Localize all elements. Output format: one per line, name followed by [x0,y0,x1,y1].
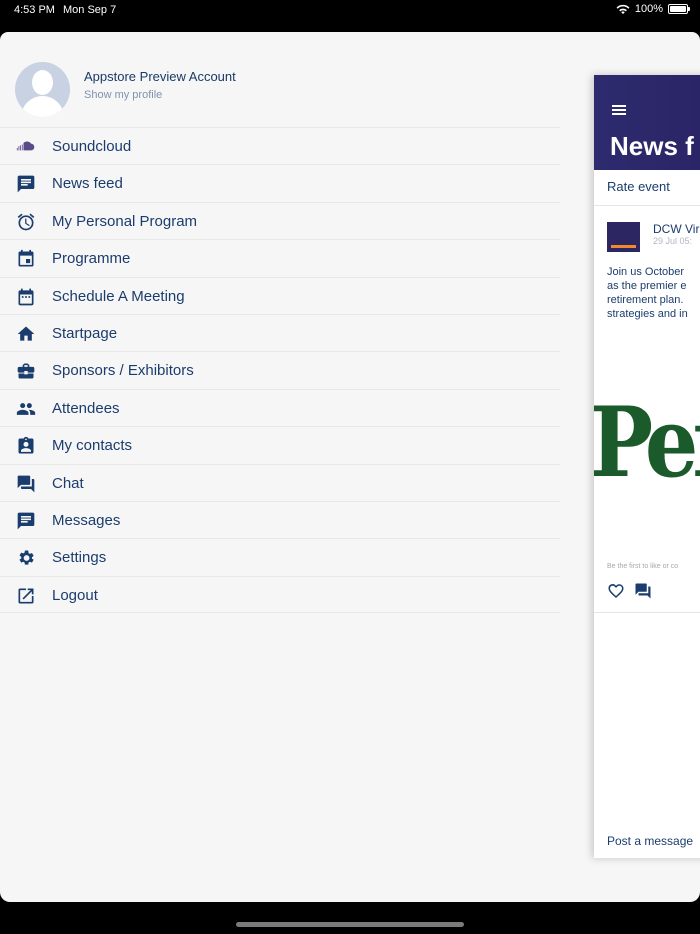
side-menu: Soundcloud News feed My Personal Program… [0,127,560,614]
menu-label: Chat [52,474,84,492]
menu-label: News feed [52,175,123,193]
home-indicator[interactable] [236,922,464,927]
hamburger-menu-icon[interactable] [612,105,626,117]
menu-label: Attendees [52,399,120,417]
menu-label: Settings [52,549,107,567]
message-icon [15,510,37,532]
show-profile-link[interactable]: Show my profile [84,89,162,101]
calendar-icon [15,248,37,270]
menu-item-my-contacts[interactable]: My contacts [0,426,560,463]
people-icon [15,398,37,420]
contact-card-icon [15,435,37,457]
news-feed-header: News f [594,75,700,170]
status-bar: 4:53 PM Mon Sep 7 100% [0,0,700,32]
home-icon [15,323,37,345]
menu-item-attendees[interactable]: Attendees [0,388,560,426]
profile-name: Appstore Preview Account [84,69,236,84]
menu-item-settings[interactable]: Settings [0,538,560,575]
menu-item-schedule-meeting[interactable]: Schedule A Meeting [0,276,560,314]
menu-label: Sponsors / Exhibitors [52,362,194,380]
menu-label: My Personal Program [52,212,198,230]
menu-item-news-feed[interactable]: News feed [0,164,560,201]
wifi-icon [616,4,630,14]
post-author-avatar[interactable] [607,222,640,252]
avatar[interactable] [15,62,70,117]
post-text: Join us October as the premier e retirem… [607,266,688,320]
menu-label: Messages [52,511,121,529]
menu-label: Programme [52,250,131,268]
menu-label: Startpage [52,324,118,342]
menu-label: Soundcloud [52,138,132,155]
alarm-clock-icon [15,211,37,233]
battery-percent: 100% [634,3,663,15]
like-hint: Be the first to like or co [607,563,679,570]
soundcloud-icon [15,136,37,158]
battery-icon [668,4,690,14]
comment-icon[interactable] [634,582,652,600]
divider [594,612,700,613]
logout-icon [15,585,37,607]
status-time: 4:53 PM [14,4,55,16]
chat-bubbles-icon [15,473,37,495]
briefcase-icon [15,360,37,382]
rate-event-label: Rate event [607,179,670,194]
menu-label: Logout [52,586,98,604]
calendar-schedule-icon [15,286,37,308]
menu-item-sponsors-exhibitors[interactable]: Sponsors / Exhibitors [0,351,560,388]
menu-item-startpage[interactable]: Startpage [0,313,560,351]
status-date: Mon Sep 7 [63,4,117,16]
menu-item-messages[interactable]: Messages [0,500,560,538]
post-date: 29 Jul 05: [653,236,693,246]
menu-item-soundcloud[interactable]: Soundcloud [0,127,560,164]
menu-item-logout[interactable]: Logout [0,575,560,614]
post-actions [607,582,652,600]
menu-item-chat[interactable]: Chat [0,463,560,501]
profile-header[interactable]: Appstore Preview Account Show my profile [0,32,560,127]
menu-label: Schedule A Meeting [52,287,185,305]
panel-title: News f [610,131,694,161]
status-right: 100% [616,3,690,15]
news-feed-panel[interactable]: News f Rate event DCW Vir 29 Jul 05: Joi… [594,75,700,858]
menu-label: My contacts [52,437,133,455]
app-screen: Appstore Preview Account Show my profile… [0,32,700,902]
news-feed-icon [15,173,37,195]
menu-item-personal-program[interactable]: My Personal Program [0,201,560,239]
gear-icon [15,547,37,569]
rate-event-button[interactable]: Rate event [594,170,700,206]
post-author[interactable]: DCW Vir [653,222,699,236]
post-message-button[interactable]: Post a message [607,834,693,848]
post-image-logo-text[interactable]: Pen [594,385,700,499]
menu-item-programme[interactable]: Programme [0,239,560,276]
heart-icon[interactable] [607,582,625,600]
